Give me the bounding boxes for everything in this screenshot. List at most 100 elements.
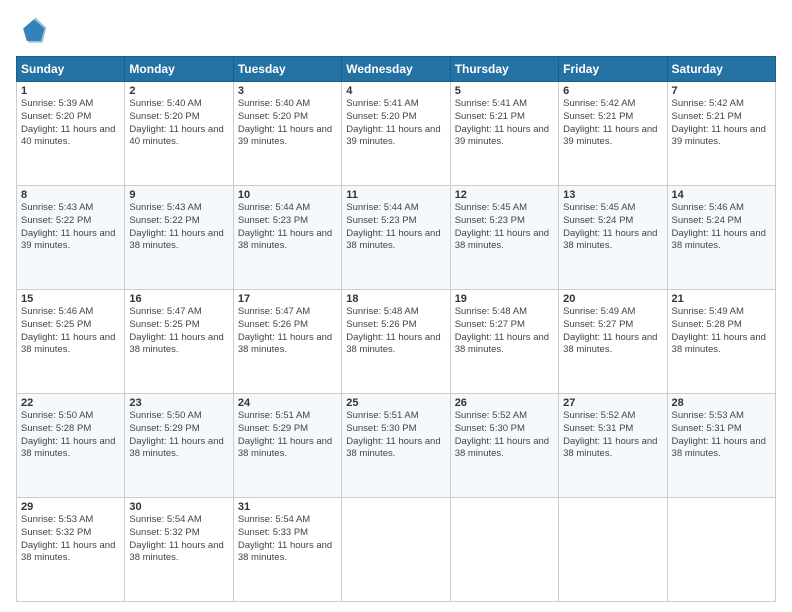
header [16, 16, 776, 48]
calendar-cell: 25Sunrise: 5:51 AMSunset: 5:30 PMDayligh… [342, 394, 450, 498]
calendar-cell [342, 498, 450, 602]
calendar-cell: 16Sunrise: 5:47 AMSunset: 5:25 PMDayligh… [125, 290, 233, 394]
calendar-cell: 29Sunrise: 5:53 AMSunset: 5:32 PMDayligh… [17, 498, 125, 602]
day-info: Sunrise: 5:41 AMSunset: 5:20 PMDaylight:… [346, 98, 445, 149]
calendar-header-row: SundayMondayTuesdayWednesdayThursdayFrid… [17, 57, 776, 82]
day-number: 17 [238, 293, 337, 305]
day-number: 23 [129, 397, 228, 409]
calendar-cell: 11Sunrise: 5:44 AMSunset: 5:23 PMDayligh… [342, 186, 450, 290]
day-number: 16 [129, 293, 228, 305]
calendar-day-header: Thursday [450, 57, 558, 82]
day-info: Sunrise: 5:40 AMSunset: 5:20 PMDaylight:… [238, 98, 337, 149]
day-number: 26 [455, 397, 554, 409]
day-number: 13 [563, 189, 662, 201]
day-number: 10 [238, 189, 337, 201]
calendar-cell: 4Sunrise: 5:41 AMSunset: 5:20 PMDaylight… [342, 82, 450, 186]
day-info: Sunrise: 5:41 AMSunset: 5:21 PMDaylight:… [455, 98, 554, 149]
calendar-cell: 31Sunrise: 5:54 AMSunset: 5:33 PMDayligh… [233, 498, 341, 602]
logo-icon [16, 16, 48, 48]
calendar-cell [450, 498, 558, 602]
calendar-cell: 20Sunrise: 5:49 AMSunset: 5:27 PMDayligh… [559, 290, 667, 394]
calendar-day-header: Tuesday [233, 57, 341, 82]
day-number: 1 [21, 85, 120, 97]
day-info: Sunrise: 5:50 AMSunset: 5:28 PMDaylight:… [21, 410, 120, 461]
day-number: 11 [346, 189, 445, 201]
day-info: Sunrise: 5:47 AMSunset: 5:26 PMDaylight:… [238, 306, 337, 357]
calendar-cell: 17Sunrise: 5:47 AMSunset: 5:26 PMDayligh… [233, 290, 341, 394]
day-number: 19 [455, 293, 554, 305]
calendar-cell: 8Sunrise: 5:43 AMSunset: 5:22 PMDaylight… [17, 186, 125, 290]
day-number: 31 [238, 501, 337, 513]
calendar-cell: 14Sunrise: 5:46 AMSunset: 5:24 PMDayligh… [667, 186, 775, 290]
day-number: 20 [563, 293, 662, 305]
calendar-cell: 22Sunrise: 5:50 AMSunset: 5:28 PMDayligh… [17, 394, 125, 498]
calendar-cell: 5Sunrise: 5:41 AMSunset: 5:21 PMDaylight… [450, 82, 558, 186]
day-info: Sunrise: 5:52 AMSunset: 5:31 PMDaylight:… [563, 410, 662, 461]
calendar-cell: 3Sunrise: 5:40 AMSunset: 5:20 PMDaylight… [233, 82, 341, 186]
calendar-cell: 24Sunrise: 5:51 AMSunset: 5:29 PMDayligh… [233, 394, 341, 498]
day-info: Sunrise: 5:44 AMSunset: 5:23 PMDaylight:… [238, 202, 337, 253]
calendar-cell [667, 498, 775, 602]
calendar-cell: 27Sunrise: 5:52 AMSunset: 5:31 PMDayligh… [559, 394, 667, 498]
day-info: Sunrise: 5:53 AMSunset: 5:31 PMDaylight:… [672, 410, 771, 461]
calendar-day-header: Friday [559, 57, 667, 82]
calendar-table: SundayMondayTuesdayWednesdayThursdayFrid… [16, 56, 776, 602]
day-info: Sunrise: 5:48 AMSunset: 5:26 PMDaylight:… [346, 306, 445, 357]
day-number: 7 [672, 85, 771, 97]
day-info: Sunrise: 5:45 AMSunset: 5:23 PMDaylight:… [455, 202, 554, 253]
day-number: 30 [129, 501, 228, 513]
calendar-cell: 1Sunrise: 5:39 AMSunset: 5:20 PMDaylight… [17, 82, 125, 186]
day-info: Sunrise: 5:42 AMSunset: 5:21 PMDaylight:… [563, 98, 662, 149]
page: SundayMondayTuesdayWednesdayThursdayFrid… [0, 0, 792, 612]
day-info: Sunrise: 5:48 AMSunset: 5:27 PMDaylight:… [455, 306, 554, 357]
day-info: Sunrise: 5:47 AMSunset: 5:25 PMDaylight:… [129, 306, 228, 357]
day-info: Sunrise: 5:50 AMSunset: 5:29 PMDaylight:… [129, 410, 228, 461]
day-number: 27 [563, 397, 662, 409]
calendar-day-header: Saturday [667, 57, 775, 82]
calendar-cell: 13Sunrise: 5:45 AMSunset: 5:24 PMDayligh… [559, 186, 667, 290]
day-info: Sunrise: 5:54 AMSunset: 5:33 PMDaylight:… [238, 514, 337, 565]
day-number: 8 [21, 189, 120, 201]
day-info: Sunrise: 5:45 AMSunset: 5:24 PMDaylight:… [563, 202, 662, 253]
calendar-cell: 19Sunrise: 5:48 AMSunset: 5:27 PMDayligh… [450, 290, 558, 394]
logo [16, 16, 52, 48]
day-number: 3 [238, 85, 337, 97]
day-number: 15 [21, 293, 120, 305]
day-info: Sunrise: 5:46 AMSunset: 5:24 PMDaylight:… [672, 202, 771, 253]
calendar-cell: 26Sunrise: 5:52 AMSunset: 5:30 PMDayligh… [450, 394, 558, 498]
day-info: Sunrise: 5:43 AMSunset: 5:22 PMDaylight:… [21, 202, 120, 253]
day-info: Sunrise: 5:52 AMSunset: 5:30 PMDaylight:… [455, 410, 554, 461]
day-number: 25 [346, 397, 445, 409]
day-info: Sunrise: 5:51 AMSunset: 5:29 PMDaylight:… [238, 410, 337, 461]
day-number: 22 [21, 397, 120, 409]
day-info: Sunrise: 5:44 AMSunset: 5:23 PMDaylight:… [346, 202, 445, 253]
day-info: Sunrise: 5:39 AMSunset: 5:20 PMDaylight:… [21, 98, 120, 149]
calendar-cell: 7Sunrise: 5:42 AMSunset: 5:21 PMDaylight… [667, 82, 775, 186]
day-number: 21 [672, 293, 771, 305]
day-number: 12 [455, 189, 554, 201]
calendar-cell: 10Sunrise: 5:44 AMSunset: 5:23 PMDayligh… [233, 186, 341, 290]
day-info: Sunrise: 5:40 AMSunset: 5:20 PMDaylight:… [129, 98, 228, 149]
calendar-cell [559, 498, 667, 602]
calendar-cell: 6Sunrise: 5:42 AMSunset: 5:21 PMDaylight… [559, 82, 667, 186]
calendar-cell: 2Sunrise: 5:40 AMSunset: 5:20 PMDaylight… [125, 82, 233, 186]
calendar-cell: 15Sunrise: 5:46 AMSunset: 5:25 PMDayligh… [17, 290, 125, 394]
day-info: Sunrise: 5:49 AMSunset: 5:28 PMDaylight:… [672, 306, 771, 357]
calendar-day-header: Monday [125, 57, 233, 82]
day-info: Sunrise: 5:43 AMSunset: 5:22 PMDaylight:… [129, 202, 228, 253]
calendar-day-header: Sunday [17, 57, 125, 82]
day-number: 24 [238, 397, 337, 409]
day-number: 2 [129, 85, 228, 97]
day-number: 18 [346, 293, 445, 305]
calendar-cell: 28Sunrise: 5:53 AMSunset: 5:31 PMDayligh… [667, 394, 775, 498]
day-number: 9 [129, 189, 228, 201]
day-number: 14 [672, 189, 771, 201]
calendar-cell: 30Sunrise: 5:54 AMSunset: 5:32 PMDayligh… [125, 498, 233, 602]
day-info: Sunrise: 5:53 AMSunset: 5:32 PMDaylight:… [21, 514, 120, 565]
day-number: 29 [21, 501, 120, 513]
day-number: 4 [346, 85, 445, 97]
calendar-cell: 9Sunrise: 5:43 AMSunset: 5:22 PMDaylight… [125, 186, 233, 290]
day-info: Sunrise: 5:46 AMSunset: 5:25 PMDaylight:… [21, 306, 120, 357]
calendar-cell: 23Sunrise: 5:50 AMSunset: 5:29 PMDayligh… [125, 394, 233, 498]
calendar-cell: 12Sunrise: 5:45 AMSunset: 5:23 PMDayligh… [450, 186, 558, 290]
